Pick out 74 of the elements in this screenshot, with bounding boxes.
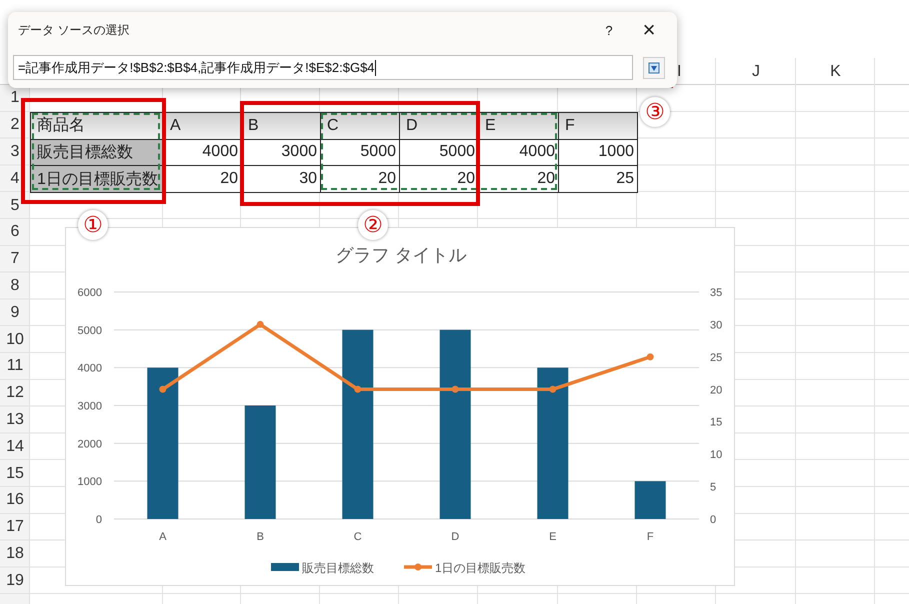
close-button[interactable]: ×	[629, 15, 669, 45]
row-label-cell: 1日の目標販売数	[31, 166, 164, 194]
row-header[interactable]: 16	[6, 491, 24, 510]
row-header[interactable]: 11	[6, 357, 24, 376]
row-header[interactable]: 1	[10, 89, 20, 108]
axis-label: 30	[710, 319, 722, 332]
expand-dialog-button[interactable]	[643, 57, 665, 79]
axis-label: 2000	[78, 438, 102, 450]
row-header[interactable]: 15	[6, 464, 24, 483]
row-header[interactable]: 8	[10, 276, 20, 295]
axis-label: 5	[710, 482, 716, 494]
axis-label: 25	[710, 352, 722, 364]
header-cell: F	[559, 112, 638, 140]
legend-line-icon	[404, 564, 432, 570]
table-cell: 25	[559, 166, 638, 194]
data-point	[646, 353, 654, 360]
header-cell: 商品名	[31, 112, 164, 140]
arrow-down-icon	[648, 62, 660, 74]
header-cell: D	[400, 112, 479, 140]
table-cell: 20	[479, 166, 559, 194]
row-header[interactable]: 19	[6, 572, 24, 590]
row-header[interactable]: 4	[10, 170, 20, 188]
column-header[interactable]: J	[752, 62, 760, 80]
data-point	[452, 386, 459, 393]
category-label: E	[549, 531, 556, 543]
help-button[interactable]: ?	[589, 15, 629, 45]
data-point	[256, 320, 264, 328]
row-header[interactable]: 12	[6, 384, 24, 402]
category-label: A	[159, 531, 166, 543]
row-label-cell: 販売目標総数	[31, 140, 164, 166]
axis-label: 15	[710, 416, 722, 429]
table-cell: 4000	[164, 140, 242, 166]
axis-label: 4000	[78, 362, 102, 375]
header-cell: C	[321, 112, 400, 140]
category-label: D	[451, 531, 460, 543]
axis-label: 20	[710, 384, 722, 396]
data-point	[354, 386, 362, 393]
data-point	[159, 386, 166, 393]
column-header[interactable]: I	[677, 62, 682, 80]
row-header[interactable]: 10	[6, 330, 24, 349]
axis-label: 35	[710, 287, 722, 299]
category-label: C	[354, 531, 362, 543]
legend-label: 1日の目標販売数	[435, 561, 526, 575]
row-header[interactable]: 7	[10, 250, 20, 268]
category-label: F	[646, 531, 654, 543]
axis-label: 0	[96, 514, 102, 526]
chart-title: グラフ タイトル	[336, 245, 466, 265]
axis-label: 1000	[78, 476, 102, 488]
row-header[interactable]: 14	[6, 438, 24, 456]
axis-label: 5000	[78, 324, 102, 337]
axis-label: 0	[710, 514, 716, 526]
row-header[interactable]: 13	[6, 410, 24, 429]
table-cell: 4000	[479, 140, 559, 166]
row-header[interactable]: 5	[10, 196, 20, 215]
legend-swatch	[271, 563, 299, 571]
row-header[interactable]: 18	[6, 544, 24, 563]
axis-label: 10	[710, 449, 722, 462]
row-header[interactable]: 6	[10, 223, 20, 242]
table-cell: 1000	[559, 140, 638, 166]
row-header[interactable]: 17	[6, 518, 24, 536]
axis-label: 3000	[78, 400, 102, 412]
axis-label: 6000	[78, 287, 102, 299]
legend-label: 販売目標総数	[302, 561, 374, 575]
range-input-field[interactable]: =記事作成用データ!$B$2:$B$4,記事作成用データ!$E$2:$G$4	[13, 55, 633, 80]
header-cell: A	[164, 112, 242, 140]
header-cell: B	[242, 112, 321, 140]
header-cell: E	[479, 112, 559, 140]
row-header[interactable]: 9	[10, 304, 20, 322]
row-header[interactable]: 3	[10, 142, 20, 161]
category-label: B	[256, 531, 264, 543]
column-header[interactable]: K	[830, 62, 841, 80]
data-point	[549, 386, 556, 393]
dialog-title: データ ソースの選択	[18, 22, 130, 38]
row-header[interactable]: 2	[10, 116, 20, 134]
